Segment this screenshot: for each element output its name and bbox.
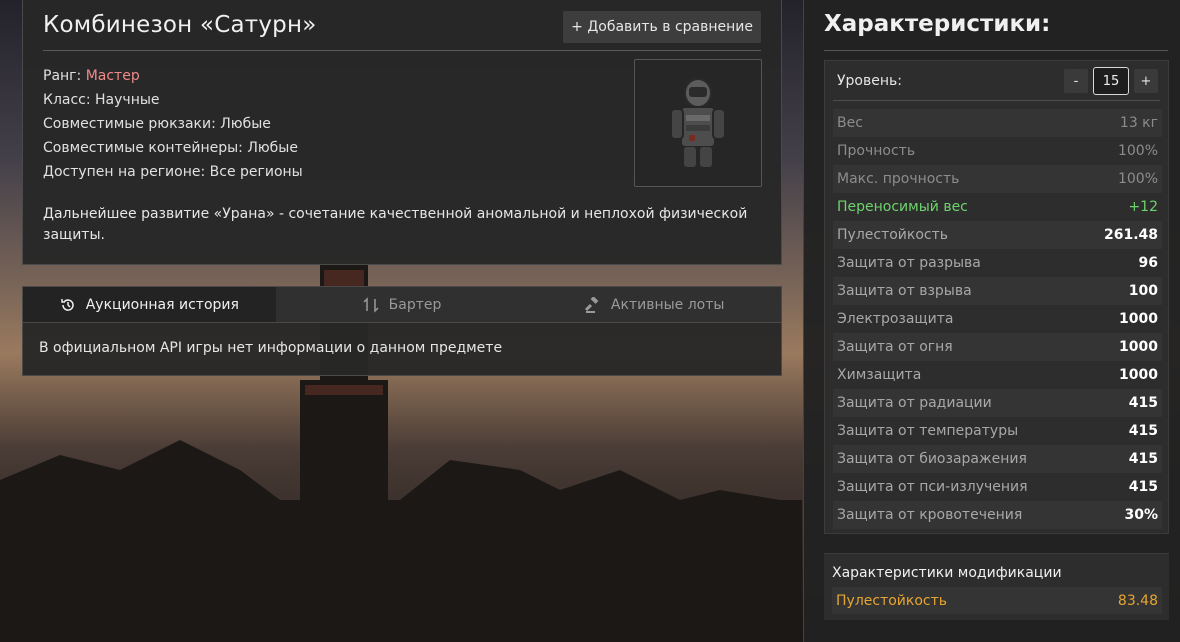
title-divider bbox=[43, 50, 761, 51]
modification-box: Характеристики модификации Пулестойкость… bbox=[824, 553, 1169, 620]
stat-name: Пулестойкость bbox=[837, 227, 949, 243]
tab-label: Аукционная история bbox=[85, 296, 239, 313]
stat-row-fire-protection: Защита от огня 1000 bbox=[833, 333, 1162, 361]
stat-value: 96 bbox=[1138, 255, 1158, 271]
level-row: Уровень: - + bbox=[837, 67, 1158, 95]
stat-row-chemical-protection: Химзащита 1000 bbox=[833, 361, 1162, 389]
level-increase-button[interactable]: + bbox=[1134, 69, 1158, 93]
class-line: Класс: Научные bbox=[43, 92, 160, 108]
item-image bbox=[634, 59, 762, 187]
stat-row-weight: Вес 13 кг bbox=[833, 109, 1162, 137]
stat-name: Макс. прочность bbox=[837, 171, 960, 187]
item-title: Комбинезон «Сатурн» bbox=[43, 12, 317, 38]
item-card: Комбинезон «Сатурн» + Добавить в сравнен… bbox=[22, 0, 782, 265]
armor-suit-icon bbox=[670, 78, 726, 167]
stat-name: Защита от огня bbox=[837, 339, 953, 355]
stat-name: Электрозащита bbox=[837, 311, 954, 327]
stat-name: Прочность bbox=[837, 143, 916, 159]
modification-row: Пулестойкость 83.48 bbox=[832, 587, 1162, 614]
stat-name: Защита от разрыва bbox=[837, 255, 981, 271]
stat-row-bullet-resistance: Пулестойкость 261.48 bbox=[833, 221, 1162, 249]
modification-stat-name: Пулестойкость bbox=[836, 592, 948, 609]
stat-name: Химзащита bbox=[837, 367, 922, 383]
stat-value: 415 bbox=[1128, 451, 1158, 467]
tab-active-lots[interactable]: Активные лоты bbox=[528, 287, 782, 322]
rank-value: Мастер bbox=[85, 68, 140, 84]
gavel-icon bbox=[584, 296, 599, 313]
stat-value: 100% bbox=[1117, 143, 1158, 159]
modification-stat-value: 83.48 bbox=[1117, 592, 1158, 609]
stat-row-carry-weight: Переносимый вес +12 bbox=[833, 193, 1162, 221]
stat-row-explosion-protection: Защита от взрыва 100 bbox=[833, 277, 1162, 305]
rank-label: Ранг: bbox=[43, 68, 82, 84]
stat-value: 415 bbox=[1128, 395, 1158, 411]
swap-icon bbox=[363, 296, 379, 313]
history-tabs-card: Аукционная история Бартер Активные лоты … bbox=[22, 286, 782, 376]
stat-name: Защита от температуры bbox=[837, 423, 1019, 439]
stat-value: 100% bbox=[1117, 171, 1158, 187]
level-stepper: - + bbox=[1064, 67, 1158, 95]
stat-value: 1000 bbox=[1119, 367, 1158, 383]
stat-name: Защита от радиации bbox=[837, 395, 992, 411]
stat-name: Переносимый вес bbox=[837, 199, 968, 215]
modification-title: Характеристики модификации bbox=[832, 565, 1062, 581]
stat-name: Вес bbox=[837, 115, 863, 131]
stat-value: 415 bbox=[1128, 423, 1158, 439]
stat-name: Защита от взрыва bbox=[837, 283, 972, 299]
stat-value: 13 кг bbox=[1119, 115, 1158, 131]
item-description: Дальнейшее развитие «Урана» - сочетание … bbox=[43, 206, 748, 243]
stat-value: 30% bbox=[1124, 507, 1158, 523]
stat-name: Защита от пси-излучения bbox=[837, 479, 1028, 495]
stat-value: 1000 bbox=[1119, 311, 1158, 327]
stat-row-tear-protection: Защита от разрыва 96 bbox=[833, 249, 1162, 277]
region-line: Доступен на регионе: Все регионы bbox=[43, 164, 303, 180]
stats-panel: Характеристики: Уровень: - + Вес 13 кг П… bbox=[803, 0, 1180, 642]
stat-list: Вес 13 кг Прочность 100% Макс. прочность… bbox=[833, 109, 1162, 529]
history-icon bbox=[60, 298, 74, 311]
stat-value: +12 bbox=[1128, 199, 1158, 215]
tab-auction-history[interactable]: Аукционная история bbox=[23, 287, 276, 322]
tab-barter[interactable]: Бартер bbox=[275, 287, 529, 322]
backpacks-line: Совместимые рюкзаки: Любые bbox=[43, 116, 271, 132]
stats-title: Характеристики: bbox=[824, 11, 1051, 37]
stat-row-temperature-protection: Защита от температуры 415 bbox=[833, 417, 1162, 445]
stat-row-durability: Прочность 100% bbox=[833, 137, 1162, 165]
tab-bar: Аукционная история Бартер Активные лоты bbox=[23, 287, 782, 323]
tab-content: В официальном API игры нет информации о … bbox=[39, 340, 503, 356]
level-decrease-button[interactable]: - bbox=[1064, 69, 1088, 93]
stat-row-bleeding-protection: Защита от кровотечения 30% bbox=[833, 501, 1162, 529]
rank-line: Ранг: Мастер bbox=[43, 64, 303, 88]
stat-row-radiation-protection: Защита от радиации 415 bbox=[833, 389, 1162, 417]
level-input[interactable] bbox=[1093, 67, 1129, 95]
level-divider bbox=[833, 100, 1160, 101]
stat-row-psi-protection: Защита от пси-излучения 415 bbox=[833, 473, 1162, 501]
tab-label: Активные лоты bbox=[610, 296, 725, 313]
stat-row-bio-protection: Защита от биозаражения 415 bbox=[833, 445, 1162, 473]
stat-name: Защита от кровотечения bbox=[837, 507, 1023, 523]
containers-line: Совместимые контейнеры: Любые bbox=[43, 140, 298, 156]
stat-row-electro-protection: Электрозащита 1000 bbox=[833, 305, 1162, 333]
stats-divider bbox=[824, 50, 1168, 51]
add-to-compare-button[interactable]: + Добавить в сравнение bbox=[563, 11, 761, 43]
stat-value: 100 bbox=[1128, 283, 1158, 299]
stat-value: 1000 bbox=[1119, 339, 1158, 355]
stat-value: 415 bbox=[1128, 479, 1158, 495]
tab-label: Бартер bbox=[388, 296, 442, 313]
item-properties: Ранг: Мастер Класс: Научные Совместимые … bbox=[43, 64, 303, 184]
level-label: Уровень: bbox=[837, 73, 902, 89]
stats-box: Уровень: - + Вес 13 кг Прочность 100% Ма… bbox=[824, 60, 1169, 534]
stat-row-max-durability: Макс. прочность 100% bbox=[833, 165, 1162, 193]
stat-value: 261.48 bbox=[1103, 227, 1158, 243]
stat-name: Защита от биозаражения bbox=[837, 451, 1027, 467]
